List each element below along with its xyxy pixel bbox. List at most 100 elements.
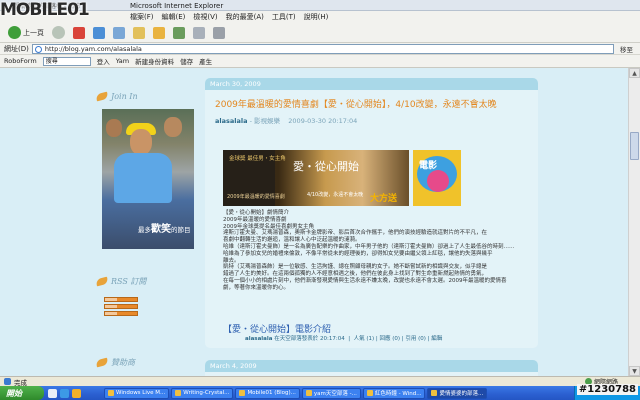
post-time: 2009-03-30 20:17:04	[288, 117, 358, 125]
back-arrow-icon	[8, 26, 21, 39]
post-category[interactable]: 影視娛樂	[254, 117, 280, 125]
generate-button[interactable]: 產生	[199, 56, 212, 66]
post-body-line: 劇，等著你來溫暖你的心。	[223, 284, 290, 291]
leaf-icon	[95, 276, 109, 286]
leaf-icon	[95, 91, 109, 101]
menu-tools[interactable]: 工具(T)	[272, 12, 296, 22]
new-identity-button[interactable]: 新建身份資料	[135, 56, 174, 66]
home-button[interactable]	[111, 25, 127, 41]
leaf-icon	[95, 357, 109, 367]
photo-person	[164, 117, 182, 137]
footer-author[interactable]: alasalala	[245, 336, 273, 342]
window-title: Microsoft Internet Explorer	[130, 2, 224, 10]
profile-photo[interactable]: 最多歡笑的節目	[102, 109, 194, 249]
post-title[interactable]: 2009年最溫暖的愛情喜劇【愛・從心開始】，4/10改變，永遠不會太晚	[215, 100, 528, 111]
banner-movie-name: 愛・從心開始	[293, 160, 359, 173]
stop-button[interactable]	[71, 25, 87, 41]
movie-club-poster[interactable]: 電影	[413, 150, 461, 206]
task-button[interactable]: 紅色時鐘 - Wind...	[362, 387, 426, 399]
blog-post: March 30, 2009 2009年最溫暖的愛情喜劇【愛・從心開始】，4/1…	[205, 78, 538, 348]
watermark-logo-text: MOBILE01	[0, 0, 90, 20]
save-button[interactable]: 儲存	[180, 56, 193, 66]
vertical-scrollbar[interactable]	[628, 68, 640, 376]
search-button[interactable]	[131, 25, 147, 41]
start-label: 開始	[6, 388, 22, 398]
task-button[interactable]: Windows Live M...	[104, 387, 170, 399]
back-label: 上一頁	[23, 28, 44, 37]
task-label: 愛情婆婆的部落...	[439, 391, 484, 397]
star-icon	[153, 26, 165, 39]
roboform-button[interactable]: RoboForm	[4, 57, 37, 65]
scroll-down-button[interactable]: ▼	[629, 366, 640, 376]
post-body: 【愛・從心開始】劇情簡介 2009年最溫暖的愛情喜劇 2009年金球獎提名最佳喜…	[223, 210, 531, 292]
favorites-button[interactable]	[151, 25, 167, 41]
login-button[interactable]: 登入	[97, 56, 110, 66]
rss-badge[interactable]	[104, 304, 138, 309]
menu-file[interactable]: 檔案(F)	[130, 12, 154, 22]
poster-circle	[427, 170, 449, 192]
photo-caption: 最多歡笑的節目	[138, 220, 191, 235]
ie-icon[interactable]	[60, 388, 69, 398]
scroll-up-button[interactable]: ▲	[629, 68, 640, 78]
history-button[interactable]	[171, 25, 187, 41]
sponsor-heading: 贊助商	[95, 356, 200, 368]
post-body-line: 2009年最溫暖的愛情喜劇	[223, 216, 287, 223]
banner-release: 4/10改變，永遠不會太晚	[307, 192, 364, 198]
mail-icon	[193, 26, 205, 39]
rss-heading: RSS 訂閱	[95, 275, 200, 287]
task-icon	[239, 390, 246, 396]
task-button[interactable]: Mobile01 (Blog)...	[235, 387, 300, 399]
poster-text: 電影	[419, 161, 438, 171]
task-button-active[interactable]: 愛情婆婆的部落...	[427, 387, 488, 399]
banner-giveaway: 大方送	[369, 194, 397, 204]
start-button[interactable]: 開始	[0, 386, 44, 400]
roboform-search-input[interactable]: 搜尋	[42, 56, 91, 66]
post-body-line: 哈維為了參加女兒的婚禮來倫敦，不像平常從未的經理後的，卻得知女兒要由繼父領上紅毯…	[223, 250, 493, 257]
task-icon	[175, 390, 182, 396]
rss-badge[interactable]	[104, 297, 138, 302]
photo-body	[114, 153, 172, 203]
post-meta: alasalala - 影視娛樂 2009-03-30 20:17:04	[215, 117, 358, 125]
navigation-toolbar: 上一頁	[0, 23, 640, 43]
mobile01-watermark-logo: MOBILE01	[0, 0, 118, 20]
back-button[interactable]: 上一頁	[6, 25, 46, 41]
desktop-icon[interactable]	[48, 388, 57, 398]
banner-subtitle: 2009年最溫暖的愛情喜劇	[227, 194, 285, 200]
task-label: Windows Live M...	[116, 390, 166, 396]
banner-award: 金球獎 最佳男・女主角	[229, 156, 286, 162]
task-button[interactable]: yam天空部落 -...	[301, 387, 361, 399]
search-icon	[133, 26, 145, 39]
refresh-icon	[93, 26, 105, 39]
menu-favorites[interactable]: 我的最愛(A)	[226, 12, 264, 22]
mail-button[interactable]	[191, 25, 207, 41]
join-in-heading: Join In	[95, 90, 200, 102]
status-bar: 完成	[0, 376, 640, 387]
rss-title: RSS 訂閱	[111, 276, 147, 286]
post-body-line: 哈維（達斯汀霍夫曼飾）是一名為廣告配樂的作曲家，中年男子他的（達斯汀霍夫曼飾）卻…	[223, 243, 515, 250]
address-url: http://blog.yam.com/alasalala	[44, 44, 142, 53]
post-body-line: 在每一個小小的相處片刻中，他們漸漸發現愛情與生活永遠不嫌太晚，改變也永遠不會太遲…	[223, 277, 507, 284]
print-icon	[213, 26, 225, 39]
print-button[interactable]	[211, 25, 227, 41]
refresh-button[interactable]	[91, 25, 107, 41]
address-input[interactable]: http://blog.yam.com/alasalala	[31, 43, 614, 54]
post-footer: alasalala 在天空部落發表於 20:17:04 | 人氣 (1) | 回…	[245, 336, 443, 342]
task-button[interactable]: Writing-Crystal...	[171, 387, 234, 399]
rss-badge[interactable]	[104, 311, 138, 316]
home-icon	[113, 26, 125, 39]
footer-stats[interactable]: 人氣 (1) | 回應 (0) | 引用 (0) | 編輯	[354, 336, 443, 342]
yam-button[interactable]: Yam	[116, 57, 129, 65]
post-author[interactable]: alasalala	[215, 117, 247, 125]
stop-icon	[73, 26, 85, 39]
menu-view[interactable]: 檢視(V)	[193, 12, 217, 22]
forward-button[interactable]	[50, 25, 67, 41]
forward-arrow-icon	[52, 26, 65, 39]
taskbar: 開始 Windows Live M... Writing-Crystal... …	[0, 386, 640, 400]
folder-icon[interactable]	[72, 388, 81, 398]
menu-edit[interactable]: 編輯(E)	[162, 12, 186, 22]
go-button[interactable]: 移至	[617, 44, 636, 54]
address-label: 網址(D)	[4, 44, 29, 53]
menu-help[interactable]: 說明(H)	[304, 12, 329, 22]
movie-banner[interactable]: 金球獎 最佳男・女主角 愛・從心開始 2009年最溫暖的愛情喜劇 4/10改變，…	[223, 150, 409, 206]
scroll-thumb[interactable]	[630, 132, 639, 160]
